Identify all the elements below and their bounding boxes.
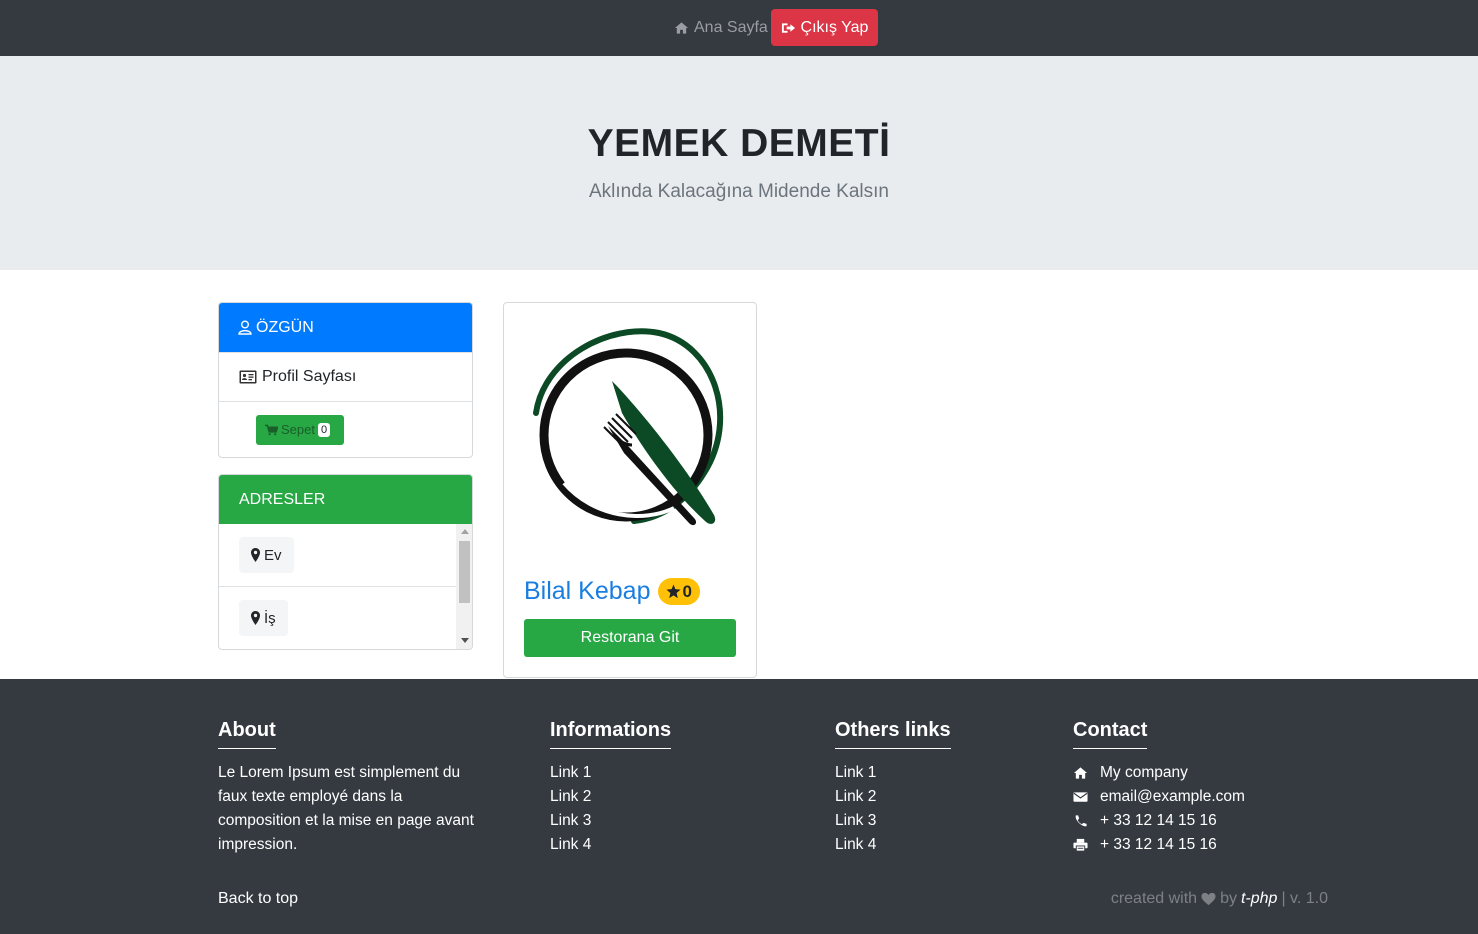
- id-card-icon: [239, 370, 257, 384]
- envelope-icon: [1073, 792, 1088, 802]
- print-icon: [1073, 838, 1088, 852]
- footer-credits: created with by t-php | v. 1.0: [1111, 890, 1328, 908]
- credits-brand[interactable]: t-php: [1241, 890, 1277, 908]
- address-label: İş: [264, 609, 276, 627]
- map-marker-icon: [251, 548, 260, 562]
- footer-link[interactable]: Link 3: [550, 809, 750, 833]
- home-icon: [674, 22, 689, 34]
- home-link-label: Ana Sayfa: [694, 19, 768, 36]
- contact-company-text: My company: [1100, 764, 1188, 781]
- top-navbar: Ana Sayfa Çıkış Yap: [0, 0, 1478, 56]
- footer-about-section: About Le Lorem Ipsum est simplement du f…: [218, 719, 478, 857]
- footer-informations-section: Informations Link 1 Link 2 Link 3 Link 4: [550, 719, 750, 857]
- footer-link[interactable]: Link 2: [550, 785, 750, 809]
- user-icon: [238, 320, 252, 335]
- contact-phone-text: + 33 12 14 15 16: [1100, 812, 1217, 829]
- contact-phone: + 33 12 14 15 16: [1073, 809, 1333, 833]
- footer-link[interactable]: Link 3: [835, 809, 1035, 833]
- footer-others-section: Others links Link 1 Link 2 Link 3 Link 4: [835, 719, 1035, 857]
- footer-contact-list: My company email@example.com + 33 12 14 …: [1073, 761, 1333, 857]
- list-item: Ev: [219, 524, 456, 587]
- footer-informations-title: Informations: [550, 719, 672, 749]
- restaurant-logo: [533, 328, 724, 526]
- rating-badge: 0: [658, 578, 700, 605]
- footer-others-title: Others links: [835, 719, 951, 749]
- footer-about-text: Le Lorem Ipsum est simplement du faux te…: [218, 764, 474, 853]
- addresses-header: ADRESLER: [219, 475, 472, 524]
- restaurant-title-row: Bilal Kebap 0: [524, 577, 700, 606]
- restaurant-card: Bilal Kebap 0 Restorana Git: [503, 302, 757, 678]
- credits-prefix: created with: [1110, 890, 1198, 907]
- cart-button[interactable]: Sepet 0: [256, 414, 344, 445]
- profile-page-label: Profil Sayfası: [262, 368, 357, 385]
- site-slogan: Aklında Kalacağına Midende Kalsın: [589, 181, 889, 202]
- cart-count-badge: 0: [317, 422, 331, 437]
- contact-fax: + 33 12 14 15 16: [1073, 833, 1333, 857]
- footer-informations-links: Link 1 Link 2 Link 3 Link 4: [550, 761, 750, 857]
- contact-email: email@example.com: [1073, 785, 1333, 809]
- shopping-cart-icon: [265, 424, 278, 435]
- footer-contact-title: Contact: [1073, 719, 1148, 749]
- rating-value: 0: [682, 581, 692, 601]
- addresses-card: ADRESLER Ev İş: [218, 474, 473, 650]
- credits-by: by: [1220, 890, 1237, 907]
- scrollbar-thumb[interactable]: [459, 541, 470, 603]
- logout-label: Çıkış Yap: [800, 18, 869, 36]
- username: ÖZGÜN: [256, 318, 314, 336]
- credits-version: | v. 1.0: [1281, 890, 1328, 907]
- back-to-top-link[interactable]: Back to top: [218, 890, 298, 908]
- go-to-restaurant-button[interactable]: Restorana Git: [524, 619, 736, 657]
- cart-row: Sepet 0: [219, 401, 472, 457]
- profile-page-link[interactable]: Profil Sayfası: [219, 352, 472, 401]
- address-label: Ev: [264, 546, 282, 564]
- hero-banner: YEMEK DEMETİ Aklında Kalacağına Midende …: [0, 56, 1478, 270]
- scroll-up-arrow-icon[interactable]: [461, 529, 469, 534]
- footer-link[interactable]: Link 4: [835, 833, 1035, 857]
- user-card-header: ÖZGÜN: [219, 303, 472, 352]
- user-card: ÖZGÜN Profil Sayfası Sepet 0: [218, 302, 473, 458]
- home-link[interactable]: Ana Sayfa: [674, 18, 768, 38]
- logout-button[interactable]: Çıkış Yap: [771, 9, 878, 46]
- footer-others-links: Link 1 Link 2 Link 3 Link 4: [835, 761, 1035, 857]
- contact-company: My company: [1073, 761, 1333, 785]
- footer-link[interactable]: Link 4: [550, 833, 750, 857]
- star-icon: [666, 584, 682, 599]
- restaurant-name[interactable]: Bilal Kebap: [524, 577, 650, 606]
- heart-icon: [1201, 892, 1216, 906]
- footer-about-title: About: [218, 719, 276, 749]
- cart-label: Sepet: [281, 422, 315, 437]
- home-icon: [1073, 767, 1088, 779]
- address-button-work[interactable]: İş: [239, 600, 288, 636]
- scroll-down-arrow-icon[interactable]: [461, 638, 469, 643]
- site-title: YEMEK DEMETİ: [587, 122, 891, 165]
- address-list: Ev İş: [219, 524, 456, 649]
- sign-out-icon: [781, 22, 795, 33]
- map-marker-icon: [251, 611, 260, 625]
- footer-link[interactable]: Link 1: [550, 761, 750, 785]
- footer-link[interactable]: Link 2: [835, 785, 1035, 809]
- address-button-home[interactable]: Ev: [239, 537, 294, 573]
- contact-fax-text: + 33 12 14 15 16: [1100, 836, 1217, 853]
- contact-email-text[interactable]: email@example.com: [1100, 785, 1245, 809]
- list-item: İş: [219, 587, 456, 649]
- address-list-scrollbar[interactable]: [456, 524, 472, 649]
- footer: About Le Lorem Ipsum est simplement du f…: [0, 679, 1478, 934]
- phone-icon: [1075, 815, 1087, 827]
- footer-contact-section: Contact My company email@example.com + 3…: [1073, 719, 1333, 857]
- footer-link[interactable]: Link 1: [835, 761, 1035, 785]
